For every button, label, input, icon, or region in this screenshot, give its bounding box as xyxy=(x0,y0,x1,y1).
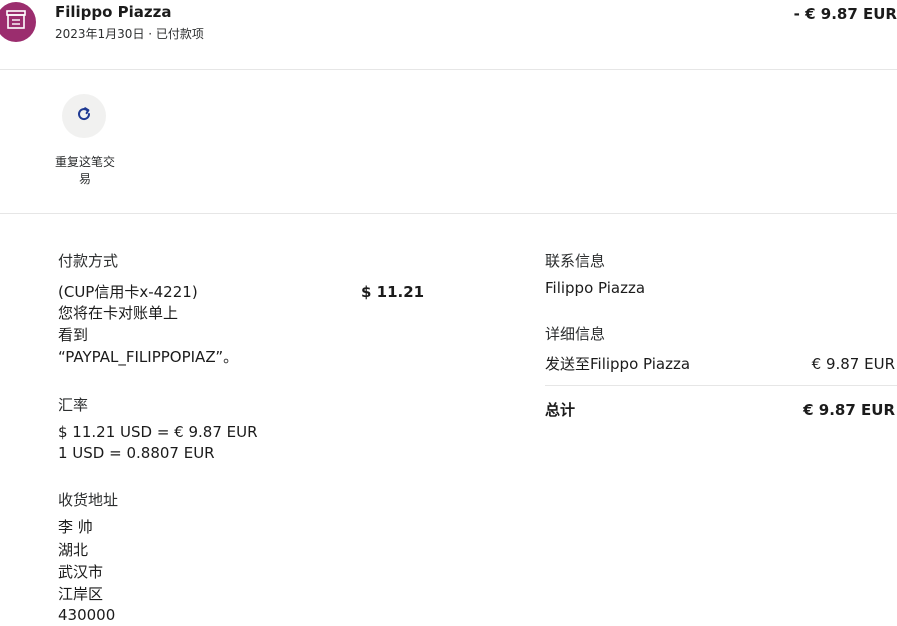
payment-note-line-1: 您将在卡对账单上 xyxy=(58,304,179,322)
exchange-rate-title: 汇率 xyxy=(58,396,89,414)
shipping-name: 李 帅 xyxy=(58,518,93,536)
contact-name: Filippo Piazza xyxy=(545,279,646,297)
shipping-province: 湖北 xyxy=(58,541,89,559)
shipping-address-title: 收货地址 xyxy=(58,491,119,509)
payment-method-name: (CUP信用卡x-4221) xyxy=(58,283,198,301)
merchant-name: Filippo Piazza xyxy=(55,3,172,21)
total-label: 总计 xyxy=(545,401,576,419)
transaction-date-status: 2023年1月30日 · 已付款项 xyxy=(55,27,204,41)
details-title: 详细信息 xyxy=(545,325,606,343)
transaction-amount: - € 9.87 EUR xyxy=(793,5,897,23)
sent-to-label: 发送至Filippo Piazza xyxy=(545,355,691,373)
shipping-postcode: 430000 xyxy=(58,606,116,624)
sent-to-amount: € 9.87 EUR xyxy=(811,355,895,373)
divider xyxy=(0,69,897,70)
payment-note-line-3: “PAYPAL_FILIPPOPIAZ”。 xyxy=(58,348,239,366)
divider xyxy=(0,213,897,214)
merchant-avatar xyxy=(0,2,36,42)
repeat-transaction-button[interactable] xyxy=(62,94,106,138)
refresh-icon xyxy=(75,105,93,127)
payment-note-line-2: 看到 xyxy=(58,326,89,344)
shipping-district: 江岸区 xyxy=(58,585,104,603)
shipping-city: 武汉市 xyxy=(58,563,104,581)
exchange-rate-line-2: 1 USD = 0.8807 EUR xyxy=(58,444,215,462)
contact-info-title: 联系信息 xyxy=(545,252,606,270)
payment-method-title: 付款方式 xyxy=(58,252,119,270)
total-amount: € 9.87 EUR xyxy=(803,401,895,419)
divider xyxy=(545,385,897,386)
exchange-rate-line-1: $ 11.21 USD = € 9.87 EUR xyxy=(58,423,258,441)
repeat-transaction-label[interactable]: 重复这笔交易 xyxy=(50,154,120,188)
store-icon xyxy=(5,10,27,34)
payment-method-amount: $ 11.21 xyxy=(361,283,425,301)
